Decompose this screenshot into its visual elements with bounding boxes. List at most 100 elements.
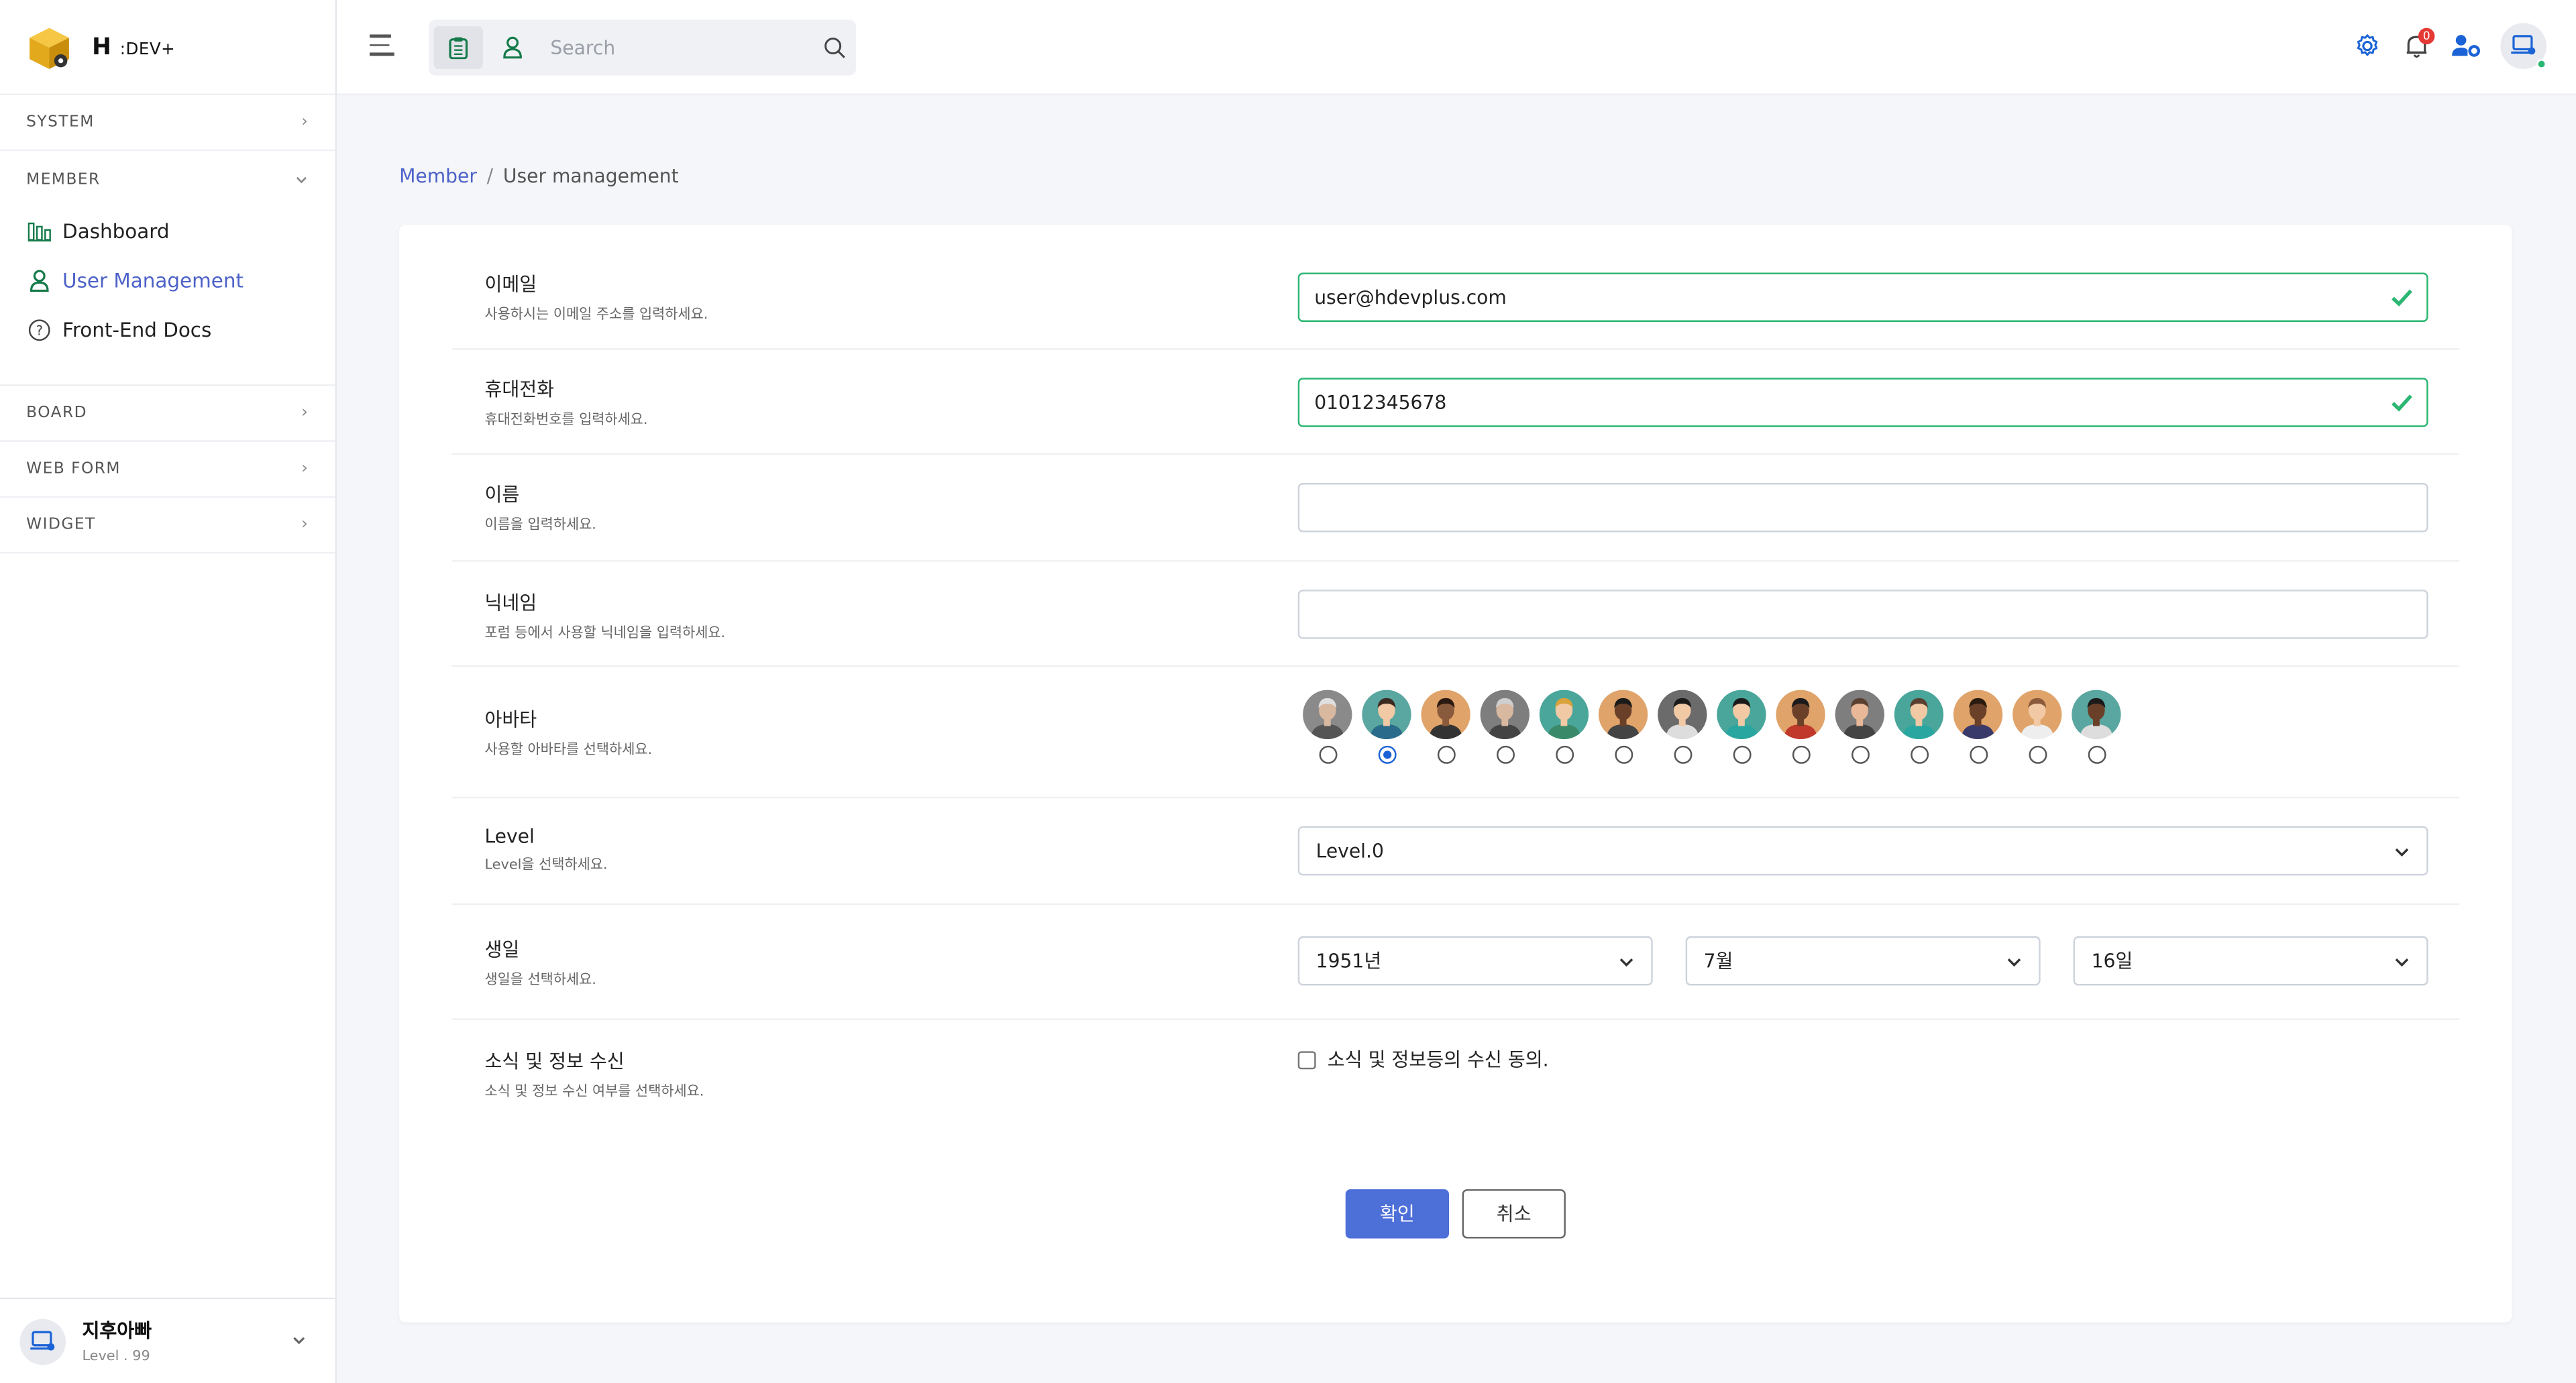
sidebar-user-profile[interactable]: 지후아빠 Level . 99 [0,1297,337,1383]
header-avatar[interactable] [2500,23,2546,69]
top-header: 0 [337,0,2576,96]
logo-cube-icon [30,27,69,68]
avatar-option[interactable] [1653,689,1712,764]
avatar-radio[interactable] [1673,745,1692,764]
avatar-portrait-icon [1421,689,1470,740]
search-input[interactable] [550,36,823,60]
avatar-option[interactable] [1298,689,1357,764]
avatar-option[interactable] [1534,689,1593,764]
newsletter-consent[interactable]: 소식 및 정보등의 수신 동의. [1297,1046,1549,1072]
birth-day-value: 16일 [2091,949,2133,973]
nav-section-widget-label: WIDGET [26,515,96,534]
avatar-portrait-icon [2012,689,2062,740]
avatar-option[interactable] [1475,689,1534,764]
birth-day-select[interactable]: 16일 [2073,936,2428,986]
breadcrumb-separator: / [486,164,494,188]
form-row-avatar: 아바타 사용할 아바타를 선택하세요. [451,667,2460,799]
avatar-option[interactable] [1771,689,1830,764]
avatar-radio[interactable] [1318,745,1337,764]
avatar-option[interactable] [1889,689,1948,764]
menu-toggle-icon[interactable] [370,34,394,57]
avatar-option[interactable] [1594,689,1653,764]
avatar-radio[interactable] [1377,745,1396,764]
breadcrumb-member-link[interactable]: Member [399,164,477,187]
breadcrumb-current: User management [502,164,679,188]
avatar-radio[interactable] [1909,745,1928,764]
settings-button[interactable] [2346,25,2389,68]
birth-month-value: 7월 [1703,949,1733,973]
form-row-nickname: 닉네임 포럼 등에서 사용할 닉네임을 입력하세요. [451,562,2460,667]
avatar-option[interactable] [1416,689,1475,764]
user-icon [503,36,522,59]
form-row-level: Level Level을 선택하세요. Level.0 [451,798,2460,905]
svg-text:?: ? [36,323,43,339]
search-scope-user-button[interactable] [488,26,537,69]
nickname-description: 포럼 등에서 사용할 닉네임을 입력하세요. [484,626,726,643]
avatar-description: 사용할 아바타를 선택하세요. [484,742,653,759]
sidebar-item-user-management[interactable]: User Management [0,256,335,305]
logo[interactable]: H :DEV+ [0,0,335,96]
birth-year-value: 1951년 [1316,949,1382,973]
chevron-down-icon[interactable] [290,1332,307,1348]
confirm-button[interactable]: 확인 [1345,1189,1450,1239]
avatar-radio[interactable] [2087,745,2106,764]
nav-section-board[interactable]: BOARD › [0,386,335,442]
laptop-user-icon [30,1330,55,1350]
birth-year-select[interactable]: 1951년 [1297,936,1653,986]
avatar-radio[interactable] [1850,745,1869,764]
search-scope-document-button[interactable] [433,26,484,69]
avatar-radio[interactable] [1554,745,1573,764]
chevron-right-icon: › [301,404,309,423]
avatar-option[interactable] [1949,689,2008,764]
avatar-radio[interactable] [1436,745,1455,764]
user-gear-icon [2452,35,2481,57]
avatar-portrait-icon [1539,689,1589,740]
nav-section-web-form[interactable]: WEB FORM › [0,442,335,498]
email-description: 사용하시는 이메일 주소를 입력하세요. [484,307,708,324]
avatar-radio[interactable] [1969,745,1988,764]
avatar-option[interactable] [1830,689,1889,764]
nav-section-web-form-label: WEB FORM [26,459,121,478]
search-icon[interactable] [823,36,846,59]
sidebar-item-dashboard[interactable]: Dashboard [0,207,335,256]
user-settings-button[interactable] [2445,25,2487,68]
avatar-option[interactable] [1357,689,1416,764]
avatar-portrait-icon [1717,689,1766,740]
chevron-down-icon [296,176,307,183]
avatar-portrait-icon [1894,689,1944,740]
nav-section-system[interactable]: SYSTEM › [0,95,335,152]
nav-section-member-label: MEMBER [26,170,101,188]
avatar-radio[interactable] [1791,745,1810,764]
name-field[interactable] [1297,483,2428,533]
avatar-option[interactable] [1712,689,1771,764]
avatar-option[interactable] [2008,689,2067,764]
cancel-button[interactable]: 취소 [1462,1189,1566,1239]
nickname-label: 닉네임 [484,591,537,614]
phone-field[interactable]: 01012345678 [1297,378,2428,427]
chevron-right-icon: › [301,459,309,478]
nav-section-widget[interactable]: WIDGET › [0,498,335,554]
avatar-option[interactable] [2067,689,2126,764]
birth-month-select[interactable]: 7월 [1685,936,2041,986]
email-field[interactable]: user@hdevplus.com [1297,272,2428,323]
gear-icon [2357,34,2378,56]
sidebar-item-front-end-docs[interactable]: ? Front-End Docs [0,306,335,355]
email-value: user@hdevplus.com [1314,286,1507,309]
avatar-radio[interactable] [1495,745,1514,764]
avatar-radio[interactable] [2028,745,2047,764]
birthday-label: 생일 [484,938,520,961]
nickname-field[interactable] [1297,590,2428,639]
newsletter-checkbox[interactable] [1297,1050,1316,1069]
chevron-down-icon [2007,958,2021,967]
laptop-user-icon [2511,35,2536,55]
nav-section-member[interactable]: MEMBER [0,151,335,207]
avatar-portrait-icon [1598,689,1648,740]
avatar-radio[interactable] [1732,745,1751,764]
phone-label: 휴대전화 [484,378,555,401]
user-name: 지후아빠 [82,1319,152,1342]
user-level: Level . 99 [82,1348,150,1366]
level-select[interactable]: Level.0 [1297,826,2428,876]
notifications-button[interactable]: 0 [2396,25,2438,68]
header-actions: 0 [2339,23,2546,69]
avatar-radio[interactable] [1614,745,1633,764]
